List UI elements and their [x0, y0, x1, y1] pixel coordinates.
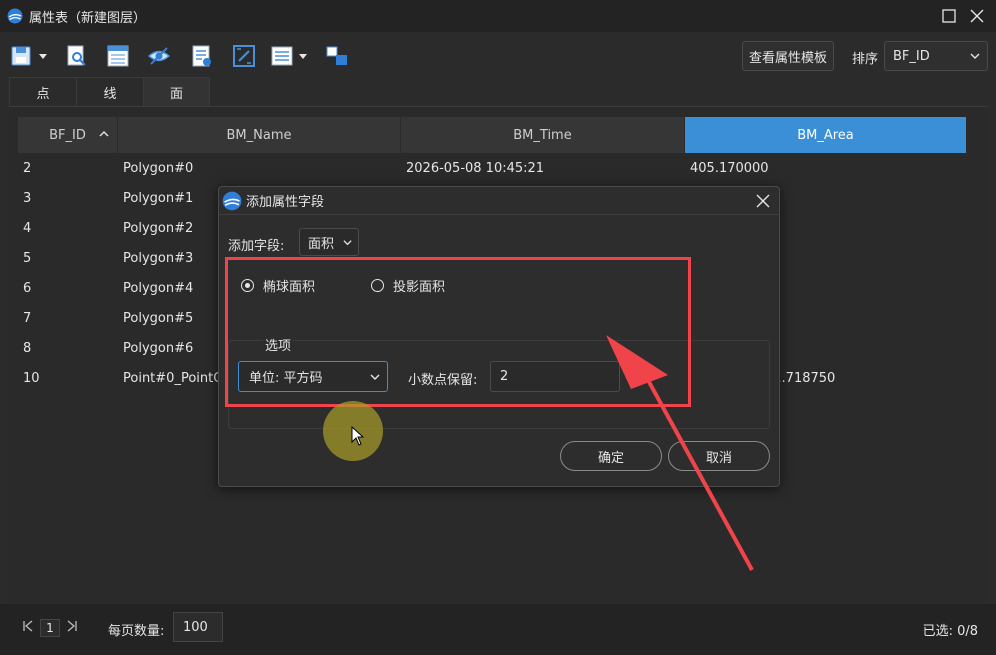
field-type-select[interactable]: 面积 — [299, 228, 359, 256]
per-page-input[interactable]: 100 — [173, 612, 223, 642]
chevron-down-icon — [370, 374, 380, 380]
first-page-icon[interactable] — [22, 619, 34, 633]
column-header-bm-name[interactable]: BM_Name — [118, 117, 401, 153]
window-title: 属性表（新建图层） — [29, 10, 147, 26]
ok-button[interactable]: 确定 — [560, 441, 662, 471]
field-type-value: 面积 — [308, 236, 335, 252]
app-logo-icon — [7, 8, 23, 24]
options-label: 选项 — [263, 335, 294, 354]
geometry-tabs: 点 线 面 — [9, 77, 210, 107]
tab-point[interactable]: 点 — [9, 77, 76, 107]
radio-unchecked-icon — [371, 279, 384, 292]
maximize-icon[interactable] — [940, 7, 958, 25]
close-icon[interactable] — [968, 7, 986, 25]
chevron-down-icon — [343, 240, 352, 246]
view-template-button[interactable]: 查看属性模板 — [742, 41, 834, 71]
close-icon[interactable] — [755, 193, 771, 209]
unit-value: 单位: 平方码 — [249, 371, 323, 386]
chevron-down-icon[interactable] — [298, 53, 308, 61]
add-field-label: 添加字段: — [228, 239, 285, 254]
selected-count: 已选: 0/8 — [922, 624, 978, 639]
save-icon[interactable] — [10, 44, 34, 68]
toolbar — [0, 36, 996, 76]
search-doc-icon[interactable] — [65, 44, 89, 68]
dialog-title: 添加属性字段 — [246, 195, 325, 210]
decimal-label: 小数点保留: — [408, 373, 478, 388]
add-field-dialog: 添加属性字段 添加字段: 面积 椭球面积 投影面积 选项 单位: 平方码 小数点… — [218, 186, 780, 487]
column-header-bm-time[interactable]: BM_Time — [401, 117, 685, 153]
sort-select[interactable]: BF_ID — [884, 41, 988, 71]
tab-line[interactable]: 线 — [76, 77, 143, 107]
list-icon[interactable] — [270, 44, 294, 68]
layers-icon[interactable] — [325, 44, 349, 68]
app-logo-icon — [222, 191, 242, 210]
unit-select[interactable]: 单位: 平方码 — [238, 361, 388, 392]
radio-ellipsoid-area[interactable]: 椭球面积 — [241, 276, 315, 295]
table-header: BF_ID BM_Name BM_Time BM_Area — [18, 117, 967, 153]
table-icon[interactable] — [106, 44, 130, 68]
calculator-icon[interactable] — [232, 44, 256, 68]
decimal-input[interactable]: 2 — [490, 361, 620, 392]
title-bar: 属性表（新建图层） — [0, 0, 996, 32]
tab-polygon[interactable]: 面 — [143, 77, 210, 107]
current-page[interactable]: 1 — [40, 619, 60, 637]
cancel-button[interactable]: 取消 — [668, 441, 770, 471]
chevron-down-icon[interactable] — [38, 53, 48, 61]
chevron-down-icon — [970, 53, 980, 59]
radio-checked-icon — [241, 279, 254, 292]
add-field-icon[interactable] — [190, 44, 214, 68]
last-page-icon[interactable] — [66, 619, 78, 633]
radio-projected-area[interactable]: 投影面积 — [371, 276, 445, 295]
dialog-title-bar: 添加属性字段 — [219, 187, 779, 215]
table-row[interactable]: 2 Polygon#0 2026-05-08 10:45:21 405.1700… — [18, 153, 967, 183]
column-header-bm-area[interactable]: BM_Area — [685, 117, 967, 153]
per-page-label: 每页数量: — [108, 624, 165, 639]
sort-label: 排序 — [852, 52, 879, 67]
mouse-pointer-icon — [351, 426, 365, 446]
sort-asc-icon — [99, 131, 109, 137]
sort-value: BF_ID — [893, 48, 930, 64]
column-header-bf-id[interactable]: BF_ID — [18, 117, 118, 153]
eye-hide-icon[interactable] — [147, 44, 171, 68]
